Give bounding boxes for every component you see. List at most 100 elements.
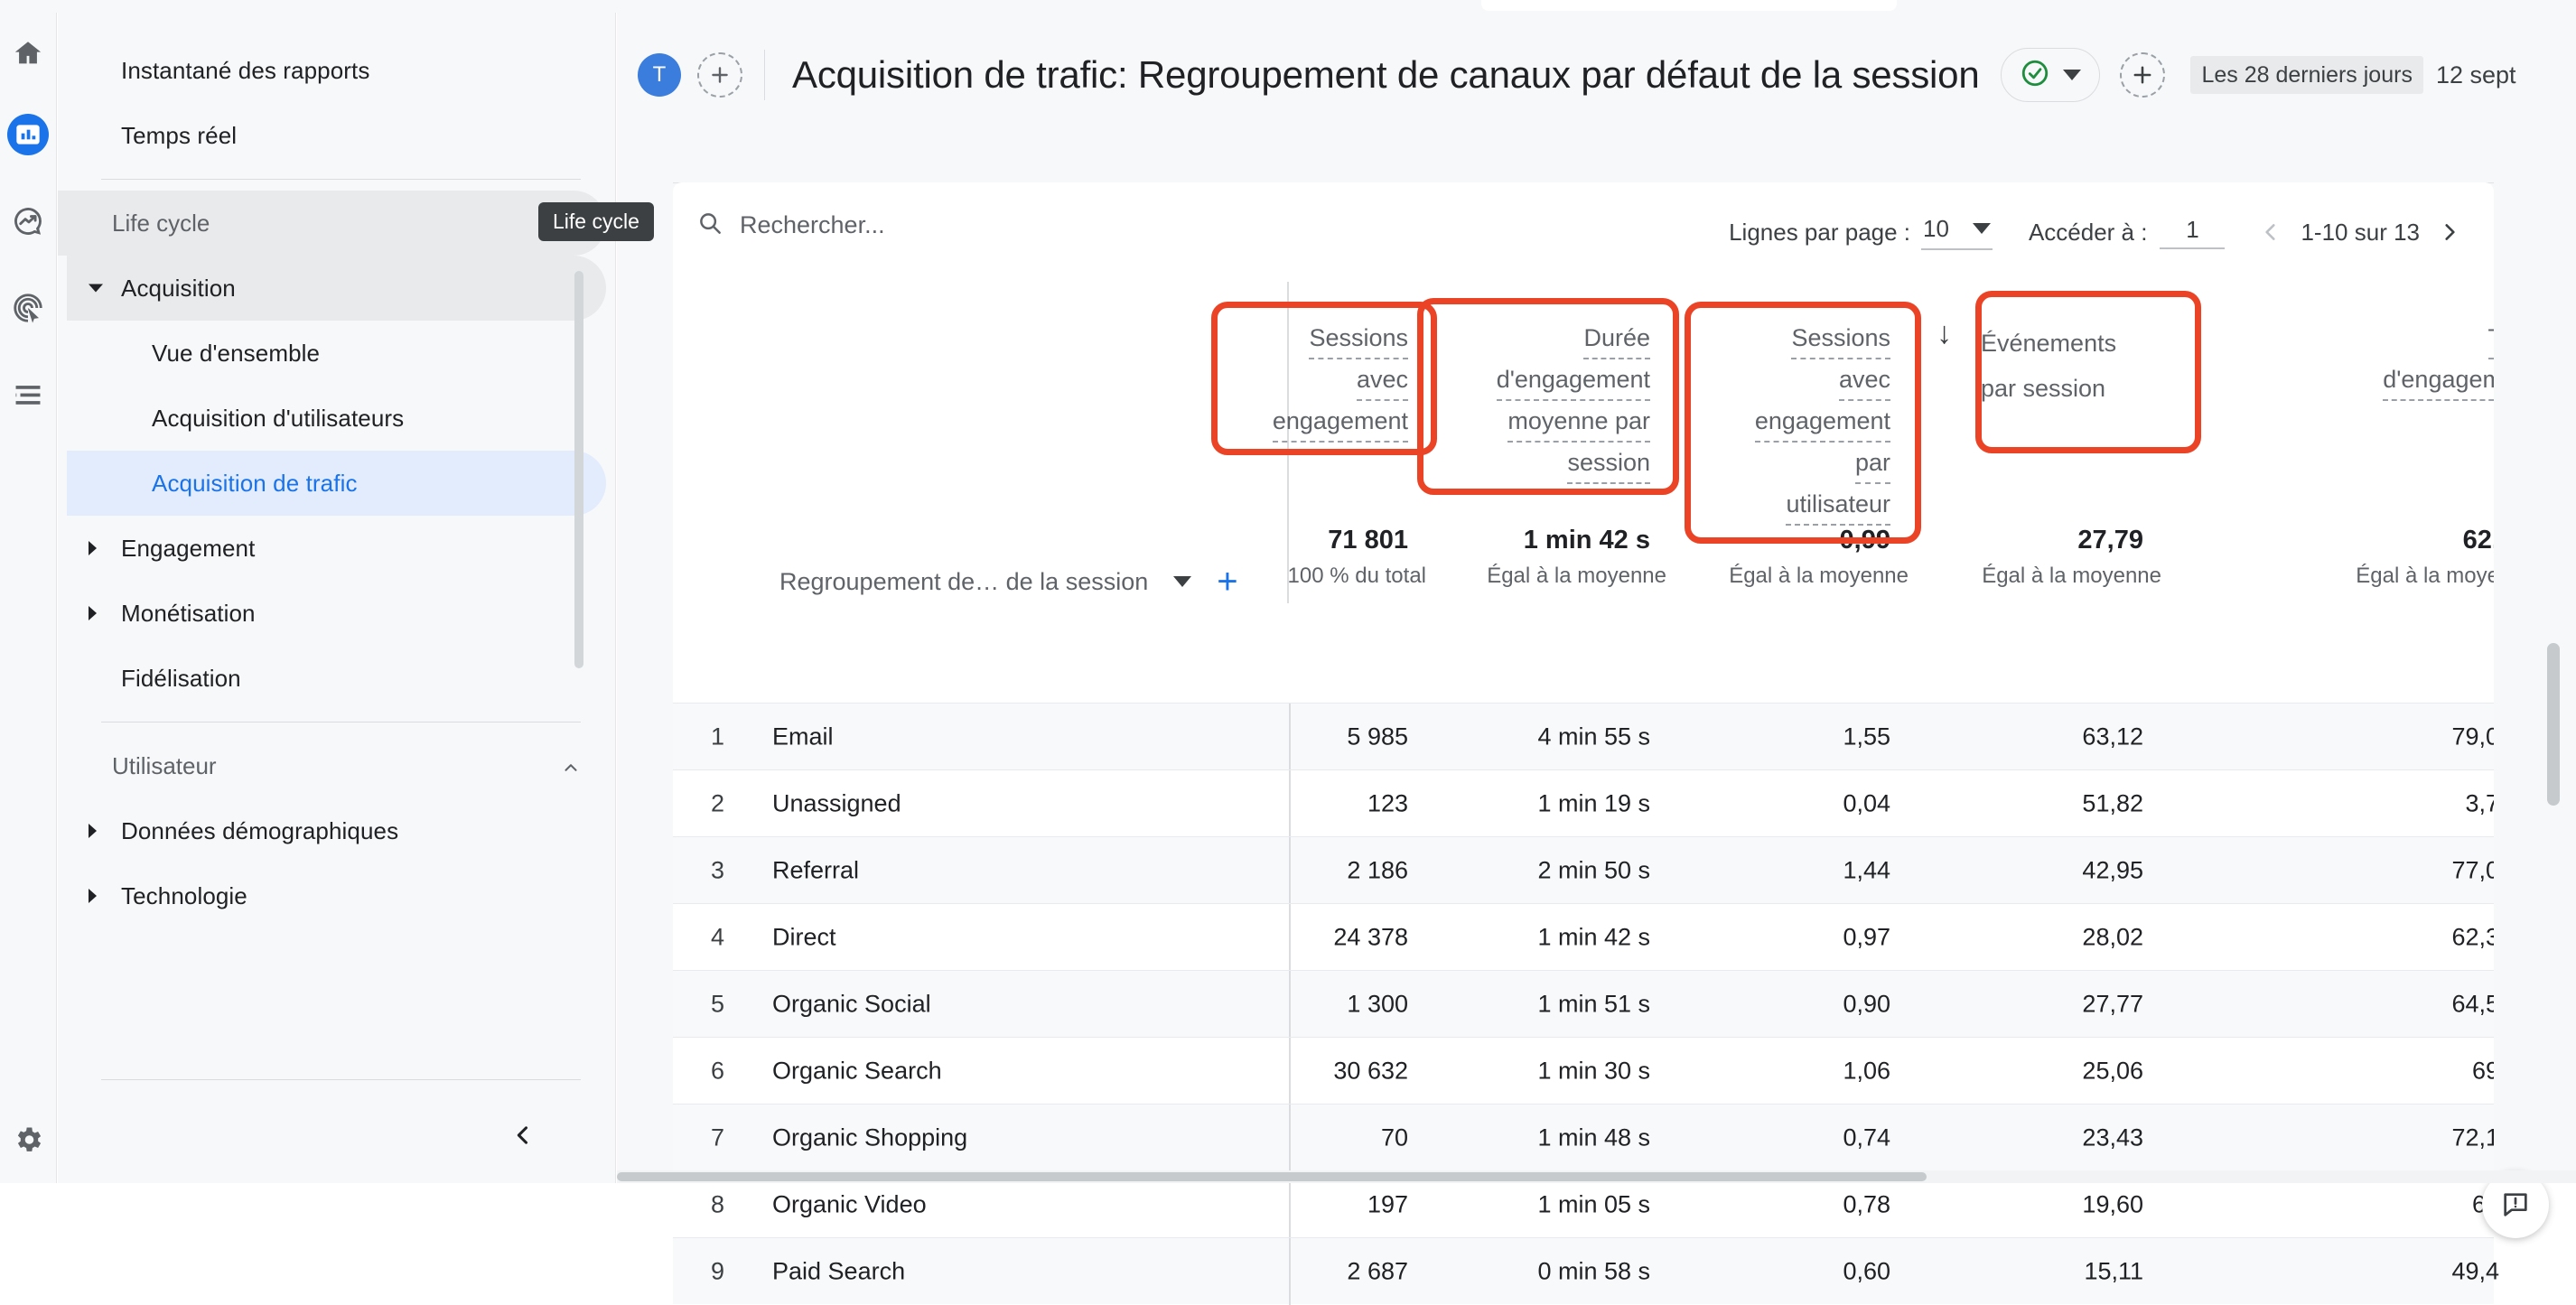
header-divider bbox=[764, 50, 765, 100]
row-metric-value: 70 bbox=[1231, 1123, 1408, 1151]
vertical-scrollbar[interactable] bbox=[2547, 643, 2560, 806]
header-line: Durée bbox=[1583, 318, 1650, 359]
table-row[interactable]: 2Unassigned1231 min 19 s0,0451,823,7 bbox=[673, 769, 2494, 836]
sidebar-group-life-cycle[interactable]: Life cycle bbox=[58, 191, 606, 256]
row-metric-value: 15,11 bbox=[1963, 1257, 2143, 1285]
sidebar-item-label: Instantané des rapports bbox=[121, 57, 369, 85]
page-title: Acquisition de trafic: Regroupement de c… bbox=[792, 53, 1979, 97]
row-metric-value: 1,44 bbox=[1710, 856, 1890, 884]
horizontal-scrollbar-thumb[interactable] bbox=[617, 1172, 1927, 1181]
home-icon[interactable] bbox=[7, 33, 49, 74]
row-dimension-value[interactable]: Email bbox=[772, 722, 834, 750]
next-page-button[interactable] bbox=[2425, 208, 2474, 256]
search-box[interactable] bbox=[696, 210, 1300, 241]
chevron-down-icon bbox=[1973, 223, 1991, 234]
date-range-chip[interactable]: Les 28 derniers jours bbox=[2190, 56, 2422, 94]
reports-icon[interactable] bbox=[7, 114, 49, 155]
sidebar-collapse-button[interactable] bbox=[500, 1113, 546, 1158]
data-table: Regroupement de… de la session + Session… bbox=[673, 282, 2494, 603]
sidebar-group-user[interactable]: Utilisateur bbox=[58, 733, 606, 798]
sidebar-divider-1 bbox=[101, 179, 581, 180]
row-dimension-value[interactable]: Organic Social bbox=[772, 990, 931, 1018]
column-header-events-per-session[interactable]: Événements par session bbox=[1981, 282, 2183, 408]
row-dimension-value[interactable]: Organic Video bbox=[772, 1190, 927, 1218]
header-line: avec bbox=[1839, 359, 1890, 401]
column-header-engaged-sessions[interactable]: Sessions avec engagement bbox=[1231, 282, 1408, 443]
table-row[interactable]: 3Referral2 1862 min 50 s1,4442,9577,0 bbox=[673, 836, 2494, 903]
row-dimension-value[interactable]: Organic Shopping bbox=[772, 1123, 967, 1151]
row-dimension-value[interactable]: Direct bbox=[772, 923, 836, 951]
dimension-selector[interactable]: Regroupement de… de la session + bbox=[779, 564, 1238, 600]
table-row[interactable]: 4Direct24 3781 min 42 s0,9728,0262,3 bbox=[673, 903, 2494, 970]
sidebar-scrollbar[interactable] bbox=[574, 271, 583, 668]
sidebar-item-acquisition[interactable]: Acquisition bbox=[67, 256, 606, 321]
goto-page-input[interactable] bbox=[2160, 216, 2225, 249]
avatar[interactable]: T bbox=[638, 53, 681, 97]
row-metric-value: 1 min 51 s bbox=[1435, 990, 1650, 1018]
table-toolbar: Lignes par page : 10 Accéder à : 1-10 su… bbox=[673, 182, 2494, 282]
row-metric-value: 1 min 30 s bbox=[1435, 1057, 1650, 1085]
gear-icon[interactable] bbox=[7, 1119, 49, 1161]
header-line: Sessions bbox=[1791, 318, 1890, 359]
sidebar-item-label: Engagement bbox=[121, 535, 255, 563]
explore-icon[interactable] bbox=[7, 200, 49, 242]
list-icon[interactable] bbox=[7, 374, 49, 415]
row-metric-value: 28,02 bbox=[1963, 923, 2143, 951]
content-right-gutter bbox=[2494, 137, 2576, 1183]
header-line: par session bbox=[1981, 368, 2105, 408]
column-header-avg-engagement-time[interactable]: Durée d'engagement moyenne par session bbox=[1435, 282, 1650, 484]
sidebar-item-realtime[interactable]: Temps réel bbox=[67, 103, 606, 168]
horizontal-scrollbar[interactable] bbox=[617, 1170, 2576, 1183]
table-row[interactable]: 1Email5 9854 min 55 s1,5563,1279,0 bbox=[673, 703, 2494, 769]
header-line: d'engagem bbox=[2383, 359, 2503, 401]
table-header-row: Regroupement de… de la session + Session… bbox=[673, 282, 2494, 603]
row-index: 8 bbox=[711, 1190, 724, 1218]
sidebar-item-label: Monétisation bbox=[121, 600, 256, 628]
header-line: par bbox=[1855, 443, 1890, 484]
previous-page-button[interactable] bbox=[2246, 208, 2295, 256]
caret-right-icon bbox=[89, 889, 97, 903]
advertising-icon[interactable] bbox=[7, 287, 49, 329]
row-metric-value: 62,3 bbox=[2319, 923, 2499, 951]
goto-label: Accéder à : bbox=[2029, 219, 2148, 247]
sidebar-item-technology[interactable]: Technologie bbox=[67, 863, 606, 928]
row-metric-value: 4 min 55 s bbox=[1435, 722, 1650, 750]
search-icon bbox=[696, 210, 723, 241]
add-comparison-icon[interactable] bbox=[697, 52, 742, 98]
sidebar-item-label: Technologie bbox=[121, 882, 247, 910]
row-dimension-value[interactable]: Paid Search bbox=[772, 1257, 905, 1285]
table-row[interactable]: 6Organic Search30 6321 min 30 s1,0625,06… bbox=[673, 1037, 2494, 1104]
sidebar-item-user-acquisition[interactable]: Acquisition d'utilisateurs bbox=[67, 386, 606, 451]
sidebar-item-traffic-acquisition[interactable]: Acquisition de trafic bbox=[67, 451, 606, 516]
sidebar-item-label: Données démographiques bbox=[121, 817, 398, 845]
row-dimension-value[interactable]: Referral bbox=[772, 856, 859, 884]
table-row[interactable]: 9Paid Search2 6870 min 58 s0,6015,1149,4 bbox=[673, 1237, 2494, 1304]
table-row[interactable]: 7Organic Shopping701 min 48 s0,7423,4372… bbox=[673, 1104, 2494, 1170]
column-header-engagement-rate[interactable]: T d'engagem bbox=[2268, 282, 2503, 401]
sidebar-item-overview[interactable]: Vue d'ensemble bbox=[67, 321, 606, 386]
caret-down-icon bbox=[89, 284, 103, 293]
row-dimension-value[interactable]: Unassigned bbox=[772, 789, 901, 817]
sidebar-item-reports-snapshot[interactable]: Instantané des rapports bbox=[67, 38, 606, 103]
header-line: Événements bbox=[1981, 318, 2116, 368]
header-line: avec bbox=[1357, 359, 1408, 401]
search-input[interactable] bbox=[740, 211, 1300, 239]
chevron-up-icon bbox=[561, 756, 581, 776]
row-dimension-value[interactable]: Organic Search bbox=[772, 1057, 942, 1085]
row-index: 6 bbox=[711, 1057, 724, 1085]
save-status-chip[interactable] bbox=[2001, 48, 2100, 102]
sidebar-item-label: Vue d'ensemble bbox=[152, 340, 320, 368]
chevron-down-icon bbox=[1173, 576, 1191, 587]
sidebar-item-engagement[interactable]: Engagement bbox=[67, 516, 606, 581]
add-report-icon[interactable] bbox=[2120, 52, 2165, 98]
sidebar-item-demographics[interactable]: Données démographiques bbox=[67, 798, 606, 863]
row-metric-value: 72,1 bbox=[2319, 1123, 2499, 1151]
row-index: 5 bbox=[711, 990, 724, 1018]
sidebar-item-retention[interactable]: Fidélisation bbox=[67, 646, 606, 711]
table-row[interactable]: 5Organic Social1 3001 min 51 s0,9027,776… bbox=[673, 970, 2494, 1037]
rows-per-page-select[interactable]: 10 bbox=[1921, 215, 1993, 250]
sidebar-item-monetisation[interactable]: Monétisation bbox=[67, 581, 606, 646]
column-header-engaged-sessions-per-user[interactable]: Sessions avec engagement par utilisateur bbox=[1710, 282, 1890, 526]
total-subtext: Égal à la moyenne bbox=[1963, 564, 2161, 589]
sidebar-item-label: Fidélisation bbox=[121, 665, 241, 693]
